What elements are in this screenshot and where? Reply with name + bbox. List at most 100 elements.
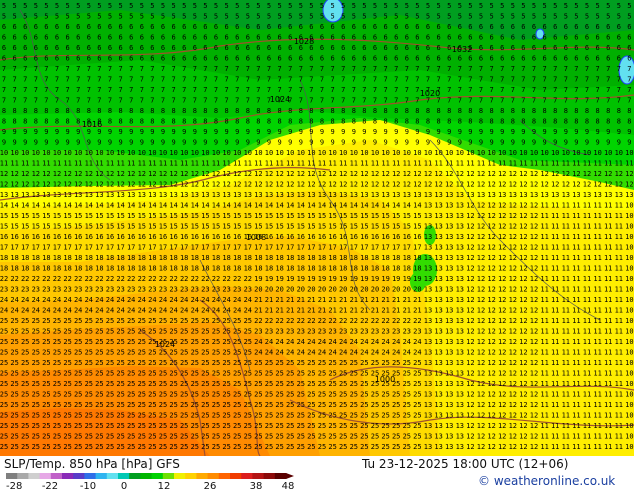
- temp-value: 6: [500, 34, 504, 42]
- temp-value: 25: [286, 359, 294, 367]
- temp-value: 8: [383, 118, 387, 126]
- temp-value: 8: [224, 118, 228, 126]
- temp-value: 25: [318, 433, 326, 441]
- temp-value: 25: [63, 443, 71, 451]
- temp-value: 21: [413, 296, 421, 304]
- temp-value: 12: [339, 181, 347, 189]
- temp-value: 13: [434, 401, 442, 409]
- temp-value: 6: [627, 34, 631, 42]
- temp-value: 12: [53, 170, 61, 178]
- temp-value: 17: [169, 244, 177, 252]
- temp-value: 12: [95, 170, 103, 178]
- temp-value: 25: [222, 391, 230, 399]
- temp-value: 13: [445, 296, 453, 304]
- temp-value: 12: [551, 170, 559, 178]
- temp-value: 8: [288, 107, 292, 115]
- temp-value: 7: [65, 97, 69, 105]
- temp-value: 25: [116, 328, 124, 336]
- colorbar-swatch: [162, 473, 175, 479]
- temp-value: 13: [445, 412, 453, 420]
- temp-value: 7: [564, 65, 568, 73]
- temp-value: 25: [32, 328, 40, 336]
- temp-value: 12: [519, 275, 527, 283]
- temp-value: 10: [275, 149, 283, 157]
- temp-value: 6: [458, 34, 462, 42]
- temp-value: 10: [180, 149, 188, 157]
- temp-value: 25: [116, 359, 124, 367]
- temp-value: 12: [487, 307, 495, 315]
- temp-value: 6: [277, 23, 281, 31]
- temp-value: 11: [615, 349, 623, 357]
- temp-value: 25: [275, 380, 283, 388]
- temp-value: 14: [159, 202, 167, 210]
- temp-value: 12: [42, 170, 50, 178]
- temp-value: 12: [265, 170, 273, 178]
- colorbar-tick-label: 12: [158, 481, 171, 490]
- temp-value: 12: [445, 181, 453, 189]
- temp-value: 5: [55, 2, 59, 10]
- temp-value: 24: [127, 307, 135, 315]
- temp-value: 13: [350, 191, 358, 199]
- temp-value: 18: [138, 265, 146, 273]
- temp-value: 21: [339, 296, 347, 304]
- temp-value: 6: [415, 55, 419, 63]
- temp-value: 6: [203, 55, 207, 63]
- temp-value: 9: [288, 128, 292, 136]
- temp-value: 15: [53, 212, 61, 220]
- temp-value: 13: [53, 191, 61, 199]
- temp-value: 8: [299, 107, 303, 115]
- temp-value: 11: [604, 307, 612, 315]
- temp-value: 13: [445, 212, 453, 220]
- temp-value: 23: [413, 328, 421, 336]
- temp-value: 11: [572, 160, 580, 168]
- temp-value: 24: [32, 307, 40, 315]
- temp-value: 12: [456, 170, 464, 178]
- temp-value: 11: [583, 370, 591, 378]
- temp-value: 12: [519, 433, 527, 441]
- temp-value: 25: [328, 401, 336, 409]
- temp-value: 7: [426, 65, 430, 73]
- temp-value: 5: [479, 13, 483, 21]
- temp-value: 25: [201, 391, 209, 399]
- temp-value: 15: [116, 223, 124, 231]
- temp-value: 10: [32, 149, 40, 157]
- temp-value: 5: [595, 13, 599, 21]
- temp-value: 8: [235, 107, 239, 115]
- colorbar-tick-label: 38: [250, 481, 263, 490]
- temp-value: 25: [265, 359, 273, 367]
- temp-value: 9: [182, 128, 186, 136]
- temp-value: 15: [403, 223, 411, 231]
- temp-value: 8: [383, 107, 387, 115]
- temp-value: 12: [487, 401, 495, 409]
- temp-value: 7: [129, 97, 133, 105]
- temp-value: 25: [392, 391, 400, 399]
- temp-value: 23: [127, 286, 135, 294]
- temp-value: 11: [593, 223, 601, 231]
- temp-value: 7: [521, 97, 525, 105]
- colorbar-swatch: [230, 473, 242, 479]
- temp-value: 6: [553, 23, 557, 31]
- temp-value: 11: [604, 380, 612, 388]
- temp-value: 25: [63, 391, 71, 399]
- temp-value: 11: [593, 391, 601, 399]
- temp-value: 25: [95, 422, 103, 430]
- temp-value: 25: [21, 412, 29, 420]
- temp-value: 25: [95, 380, 103, 388]
- temp-value: 24: [244, 307, 252, 315]
- temp-value: 18: [403, 265, 411, 273]
- temp-value: 8: [511, 107, 515, 115]
- temp-value: 11: [562, 422, 570, 430]
- temp-value: 11: [530, 160, 538, 168]
- temp-value: 25: [95, 401, 103, 409]
- temp-value: 15: [169, 223, 177, 231]
- temp-value: 5: [246, 2, 250, 10]
- temp-value: 17: [0, 244, 8, 252]
- temp-value: 25: [413, 443, 421, 451]
- temp-value: 7: [246, 86, 250, 94]
- credit-link[interactable]: © weatheronline.co.uk: [478, 474, 615, 488]
- temp-value: 13: [434, 233, 442, 241]
- temp-value: 11: [297, 160, 305, 168]
- temp-value: 18: [265, 265, 273, 273]
- temp-value: 25: [328, 443, 336, 451]
- temp-value: 25: [116, 422, 124, 430]
